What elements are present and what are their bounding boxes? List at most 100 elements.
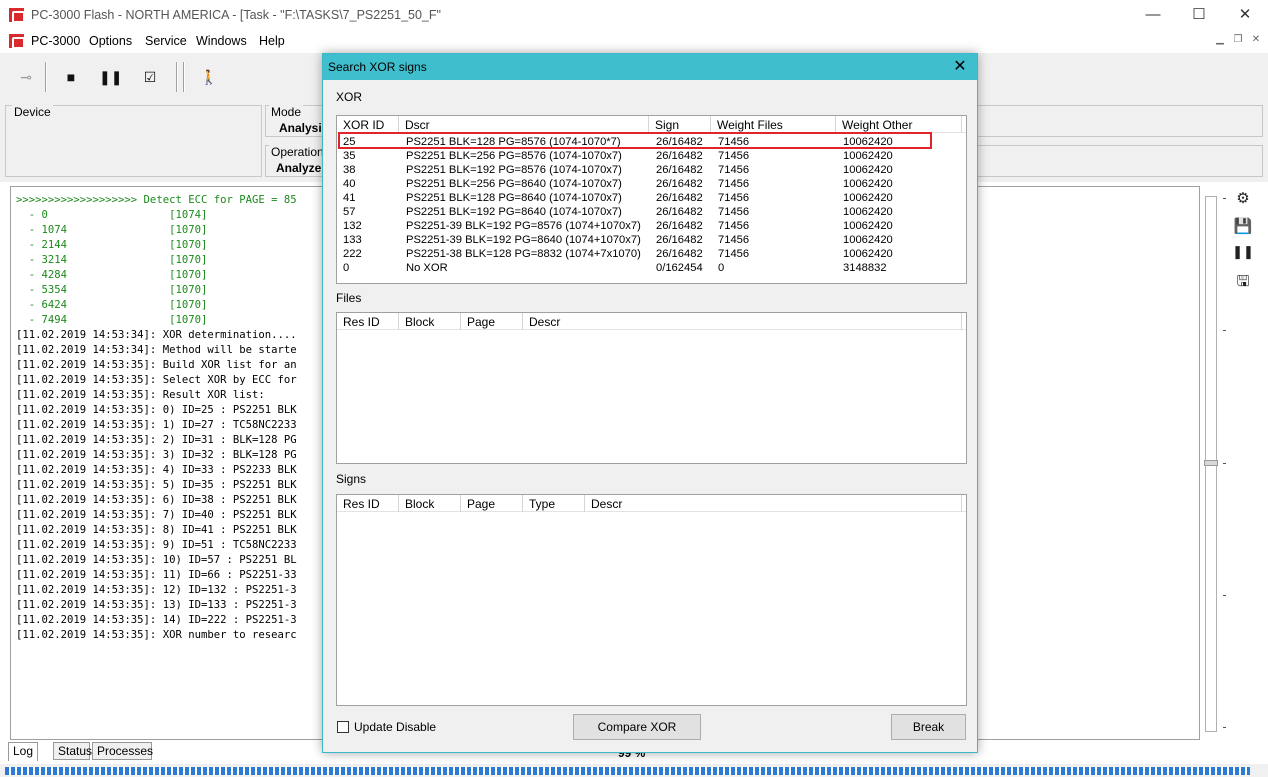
run-man-icon[interactable]: 🚶	[198, 66, 220, 88]
xor-row[interactable]: 132 PS2251-39 BLK=192 PG=8576 (1074+1070x…	[337, 219, 966, 233]
compare-xor-button[interactable]: Compare XOR	[573, 714, 701, 740]
col-page[interactable]: Page	[461, 495, 523, 512]
tab-processes[interactable]: Processes	[92, 742, 153, 760]
log-line: [11.02.2019 14:53:35]: 10) ID=57 : PS225…	[16, 554, 297, 566]
toolbar-separator	[183, 62, 185, 92]
close-button[interactable]: ✕	[1222, 0, 1268, 31]
col-sign[interactable]: Sign	[649, 116, 711, 133]
files-list[interactable]: Res ID Block Page Descr	[336, 312, 967, 464]
pause-icon[interactable]: ❚❚	[99, 66, 122, 88]
dscr-cell: PS2251-39 BLK=192 PG=8640 (1074+1070x7)	[406, 234, 641, 246]
col-descr[interactable]: Descr	[585, 495, 962, 512]
menu-windows[interactable]: Windows	[196, 34, 247, 48]
col-type[interactable]: Type	[523, 495, 585, 512]
menu-pc3000[interactable]: PC-3000	[31, 34, 80, 48]
signs-section-label: Signs	[336, 472, 367, 486]
sign-cell: 26/16482	[656, 192, 703, 204]
log-line: [11.02.2019 14:53:35]: 12) ID=132 : PS22…	[16, 584, 297, 596]
pause-log-icon[interactable]: ❚❚	[1232, 244, 1254, 266]
xor-row[interactable]: 133 PS2251-39 BLK=192 PG=8640 (1074+1070x…	[337, 233, 966, 247]
weight-files-cell: 71456	[718, 234, 750, 246]
col-descr[interactable]: Descr	[523, 313, 962, 330]
weight-other-cell: 10062420	[843, 192, 893, 204]
vertical-slider[interactable]	[1204, 192, 1218, 737]
dscr-cell: PS2251 BLK=128 PG=8640 (1074-1070x7)	[406, 192, 622, 204]
mdi-app-icon[interactable]	[9, 34, 25, 49]
xor-id-cell: 132	[343, 220, 362, 232]
maximize-button[interactable]: ☐	[1176, 0, 1222, 31]
col-res-id[interactable]: Res ID	[337, 313, 399, 330]
slider-thumb[interactable]	[1204, 460, 1218, 466]
weight-files-cell: 71456	[718, 150, 750, 162]
window-titlebar: PC-3000 Flash - NORTH AMERICA - [Task - …	[0, 0, 1268, 31]
mdi-minimize-icon[interactable]: ▁	[1212, 34, 1228, 49]
dialog-close-button[interactable]: ✕	[949, 56, 971, 78]
device-group: Device	[5, 105, 262, 177]
selected-row-highlight	[338, 132, 932, 149]
xor-row[interactable]: 38 PS2251 BLK=192 PG=8576 (1074-1070x7) 26…	[337, 163, 966, 177]
update-disable-label[interactable]: Update Disable	[354, 720, 436, 734]
dscr-cell: PS2251-39 BLK=192 PG=8576 (1074+1070x7)	[406, 220, 641, 232]
xor-id-cell: 35	[343, 150, 356, 162]
save-icon[interactable]: 💾	[1232, 217, 1254, 239]
tab-log[interactable]: Log	[8, 742, 38, 761]
weight-other-cell: 10062420	[843, 206, 893, 218]
settings-page-icon[interactable]: ⚙	[1232, 189, 1254, 211]
dscr-cell: PS2251-38 BLK=128 PG=8832 (1074+7x1070)	[406, 248, 641, 260]
mdi-close-icon[interactable]: ✕	[1248, 34, 1264, 49]
sign-cell: 26/16482	[656, 234, 703, 246]
search-xor-dialog: Search XOR signs ✕ XOR XOR ID Dscr Sign …	[322, 53, 978, 753]
xor-row[interactable]: 0 No XOR 0/162454 0 3148832	[337, 261, 966, 275]
dialog-title: Search XOR signs	[328, 60, 427, 74]
weight-files-cell: 71456	[718, 192, 750, 204]
update-disable-checkbox[interactable]	[337, 721, 349, 733]
col-res-id[interactable]: Res ID	[337, 495, 399, 512]
xor-row[interactable]: 40 PS2251 BLK=256 PG=8640 (1074-1070x7) 26…	[337, 177, 966, 191]
log-line: [11.02.2019 14:53:35]: 2) ID=31 : BLK=12…	[16, 434, 297, 446]
col-block[interactable]: Block	[399, 495, 461, 512]
minimize-button[interactable]: —	[1130, 0, 1176, 31]
menu-help[interactable]: Help	[259, 34, 285, 48]
mode-label: Mode	[269, 105, 304, 119]
disconnect-icon[interactable]: ⊸	[12, 66, 40, 88]
xor-row[interactable]: 222 PS2251-38 BLK=128 PG=8832 (1074+7x107…	[337, 247, 966, 261]
col-page[interactable]: Page	[461, 313, 523, 330]
operation-value: Analyze.	[276, 161, 325, 175]
xor-id-cell: 222	[343, 248, 362, 260]
xor-row[interactable]: 57 PS2251 BLK=192 PG=8640 (1074-1070x7) 26…	[337, 205, 966, 219]
log-line: [11.02.2019 14:53:34]: XOR determination…	[16, 329, 297, 341]
log-line: [11.02.2019 14:53:35]: 5) ID=35 : PS2251…	[16, 479, 297, 491]
task-check-icon[interactable]: ☑	[139, 66, 161, 88]
menu-options[interactable]: Options	[89, 34, 132, 48]
break-button[interactable]: Break	[891, 714, 966, 740]
col-weight-other[interactable]: Weight Other	[836, 116, 962, 133]
tab-status[interactable]: Status	[53, 742, 92, 760]
col-weight-files[interactable]: Weight Files	[711, 116, 836, 133]
weight-other-cell: 10062420	[843, 164, 893, 176]
col-dscr[interactable]: Dscr	[399, 116, 649, 133]
menu-service[interactable]: Service	[145, 34, 187, 48]
stop-icon[interactable]: ■	[60, 66, 82, 88]
col-block[interactable]: Block	[399, 313, 461, 330]
dscr-cell: No XOR	[406, 262, 448, 274]
signs-list[interactable]: Res ID Block Page Type Descr	[336, 494, 967, 706]
xor-row[interactable]: 35 PS2251 BLK=256 PG=8576 (1074-1070x7) 26…	[337, 149, 966, 163]
sign-cell: 26/16482	[656, 150, 703, 162]
window-title: PC-3000 Flash - NORTH AMERICA - [Task - …	[31, 8, 441, 22]
col-xor-id[interactable]: XOR ID	[337, 116, 399, 133]
xor-id-cell: 38	[343, 164, 356, 176]
weight-files-cell: 71456	[718, 206, 750, 218]
toolbar-separator	[45, 62, 47, 92]
log-ecc-row: - 2144 [1070]	[16, 239, 208, 251]
menu-bar: PC-3000 Options Service Windows Help ▁ ❐…	[0, 31, 1268, 53]
sign-cell: 26/16482	[656, 248, 703, 260]
slider-tick	[1223, 727, 1226, 728]
xor-row[interactable]: 41 PS2251 BLK=128 PG=8640 (1074-1070x7) 26…	[337, 191, 966, 205]
mdi-restore-icon[interactable]: ❐	[1230, 34, 1246, 49]
xor-id-cell: 57	[343, 206, 356, 218]
log-ecc-row: - 1074 [1070]	[16, 224, 208, 236]
toolbar-separator	[176, 62, 178, 92]
save-as-icon[interactable]: 🖫	[1232, 271, 1254, 293]
sign-cell: 0/162454	[656, 262, 703, 274]
slider-tick	[1223, 330, 1226, 331]
